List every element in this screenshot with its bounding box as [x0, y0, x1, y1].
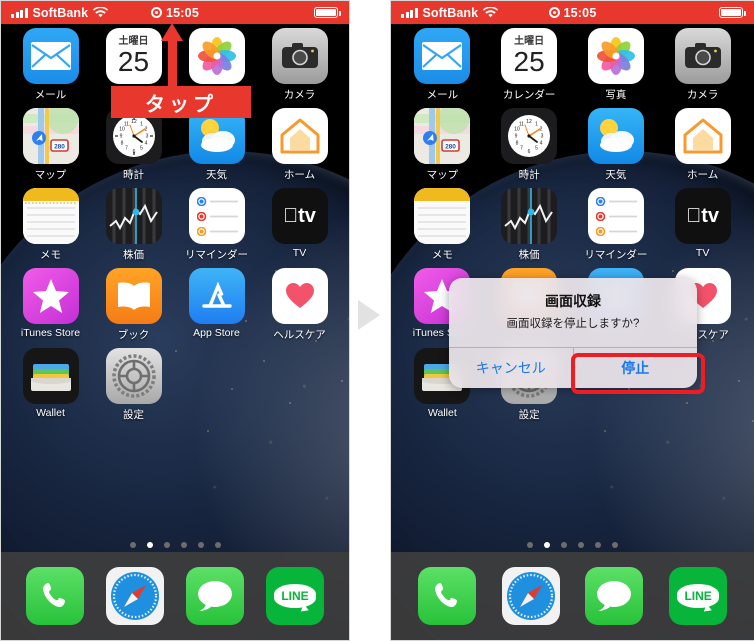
svg-text:6: 6	[132, 149, 135, 155]
home-icon	[271, 108, 328, 164]
line-label: LINE	[274, 584, 316, 608]
dock: LINE	[1, 552, 349, 640]
alert-title: 画面収録	[545, 293, 601, 309]
app-label: TV	[292, 247, 307, 259]
page-dot[interactable]	[163, 542, 170, 548]
photos-icon	[188, 28, 245, 84]
alert-actions: キャンセル 停止	[449, 347, 698, 388]
svg-text:4: 4	[144, 141, 147, 147]
app-label: マップ	[34, 169, 67, 181]
app-maps[interactable]: 280 マップ	[9, 108, 92, 182]
svg-text:5: 5	[140, 146, 143, 152]
app-app-store[interactable]: App Store	[175, 268, 258, 342]
app-label: App Store	[193, 327, 240, 339]
app-clock[interactable]: 12 3 69 12 45 78 10 11 時計	[92, 108, 175, 182]
screen-recording-alert: 画面収録 画面収録を停止しますか? キャンセル 停止	[449, 278, 697, 388]
app-label: ヘルスケア	[273, 329, 326, 341]
arrow-up-icon	[161, 23, 183, 95]
battery-icon	[314, 7, 341, 18]
app-label: カメラ	[283, 89, 316, 101]
tap-instruction-banner: タップ	[111, 86, 251, 118]
app-health[interactable]: ヘルスケア	[258, 268, 341, 342]
health-icon	[271, 268, 328, 324]
notes-icon	[22, 188, 79, 244]
mail-icon	[22, 28, 79, 84]
app-label: 天気	[206, 169, 227, 181]
screenshot-stage: SoftBank 15:05 メール 土曜日 25 カメラ 280 マップ 12…	[0, 0, 754, 641]
app-label: 時計	[123, 169, 144, 181]
status-bar[interactable]: SoftBank 15:05	[1, 1, 349, 24]
svg-text:3: 3	[145, 134, 148, 140]
app-label: 株価	[123, 249, 144, 261]
page-dot[interactable]	[214, 542, 221, 548]
play-triangle-icon	[358, 300, 380, 330]
app-label: iTunes Store	[20, 327, 81, 339]
app-weather[interactable]: 天気	[175, 108, 258, 182]
books-icon	[105, 268, 162, 324]
screen-recording-indicator-icon	[151, 7, 162, 18]
svg-text:9: 9	[119, 134, 122, 140]
maps-icon: 280	[22, 108, 79, 164]
itunes-store-icon	[22, 268, 79, 324]
status-bar-center: 15:05	[1, 1, 349, 24]
app-label: Wallet	[36, 407, 65, 419]
stocks-icon	[105, 188, 162, 244]
page-dot[interactable]	[129, 542, 136, 548]
svg-text:11: 11	[123, 122, 128, 128]
app-itunes-store[interactable]: iTunes Store	[9, 268, 92, 342]
svg-text:8: 8	[120, 141, 123, 147]
app-label: リマインダー	[185, 249, 248, 261]
cancel-button[interactable]: キャンセル	[449, 348, 573, 388]
line-icon[interactable]: LINE	[266, 567, 324, 625]
safari-icon[interactable]	[106, 567, 164, 625]
svg-text:12: 12	[131, 119, 137, 125]
svg-text:1: 1	[140, 122, 143, 128]
reminders-icon	[188, 188, 245, 244]
app-label: ブック	[117, 329, 150, 341]
app-camera[interactable]: カメラ	[258, 28, 341, 102]
svg-text:7: 7	[125, 146, 128, 152]
app-label: 設定	[123, 409, 144, 421]
app-mail[interactable]: メール	[9, 28, 92, 102]
alert-body: 画面収録 画面収録を停止しますか?	[449, 278, 697, 347]
app-label: メール	[34, 89, 67, 101]
app-reminders[interactable]: リマインダー	[175, 188, 258, 262]
phone-panel-before: SoftBank 15:05 メール 土曜日 25 カメラ 280 マップ 12…	[0, 0, 350, 641]
page-dot-active[interactable]	[146, 542, 153, 548]
svg-text:280: 280	[54, 144, 65, 151]
camera-icon	[271, 28, 328, 84]
wallet-icon	[22, 348, 79, 404]
app-wallet[interactable]: Wallet	[9, 348, 92, 422]
page-dots[interactable]	[1, 542, 349, 548]
calendar-day: 25	[117, 46, 150, 78]
alert-message: 画面収録を停止しますか?	[506, 318, 640, 330]
app-tv[interactable]: tv TV	[258, 188, 341, 262]
stop-button[interactable]: 停止	[574, 348, 698, 388]
messages-icon[interactable]	[186, 567, 244, 625]
page-dot[interactable]	[180, 542, 187, 548]
phone-panel-after: SoftBank 15:05 メール 土曜日 25 カレンダー 写真 カメラ 2…	[390, 0, 754, 641]
tv-icon: tv	[271, 188, 328, 244]
app-home[interactable]: ホーム	[258, 108, 341, 182]
phone-icon[interactable]	[26, 567, 84, 625]
app-label: メモ	[40, 249, 61, 261]
page-dot[interactable]	[197, 542, 204, 548]
clock-label: 15:05	[166, 5, 199, 20]
app-stocks[interactable]: 株価	[92, 188, 175, 262]
settings-icon	[105, 348, 162, 404]
app-books[interactable]: ブック	[92, 268, 175, 342]
app-settings[interactable]: 設定	[92, 348, 175, 422]
app-label: ホーム	[283, 169, 316, 181]
app-notes[interactable]: メモ	[9, 188, 92, 262]
app-store-icon	[188, 268, 245, 324]
calendar-icon: 土曜日 25	[105, 28, 162, 84]
